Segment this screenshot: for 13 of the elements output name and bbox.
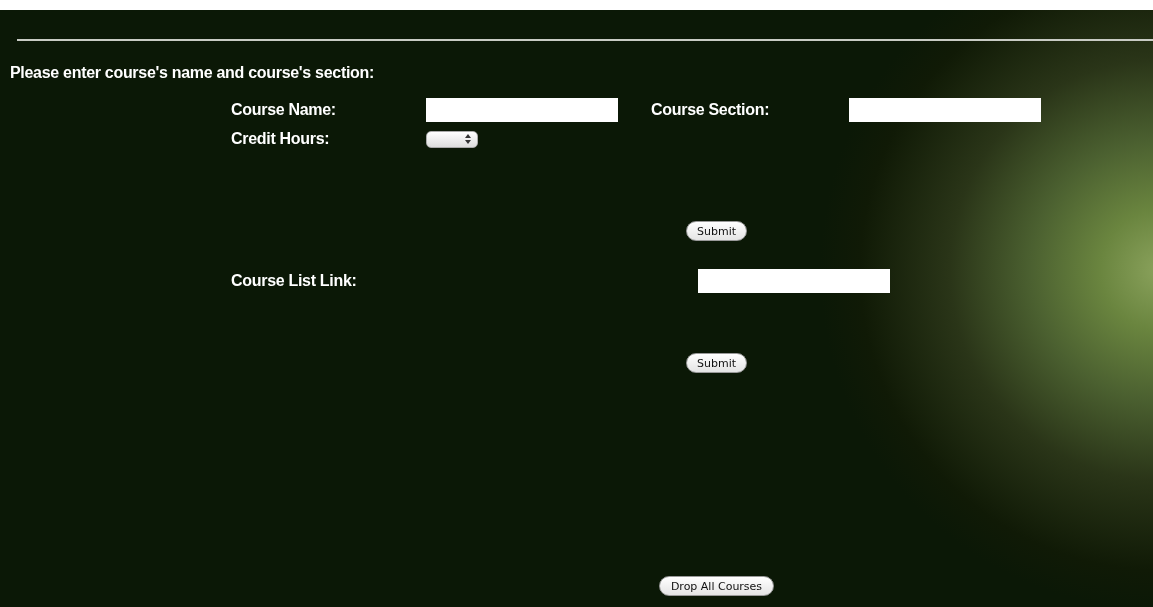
submit-button[interactable]: Submit xyxy=(686,353,747,373)
field-label: Course Name: xyxy=(231,101,337,119)
instruction-text: Please enter course's name and course's section: xyxy=(10,64,376,82)
input-field[interactable] xyxy=(426,98,618,122)
field-label: Course Section: xyxy=(651,101,771,119)
field-label: Credit Hours: xyxy=(231,130,331,148)
field-label: Course List Link: xyxy=(231,272,357,290)
input-field[interactable] xyxy=(697,269,890,293)
input-field[interactable] xyxy=(849,98,1041,122)
dropdown-select[interactable] xyxy=(426,130,478,148)
submit-button[interactable]: Submit xyxy=(686,221,747,241)
drop-all-button[interactable]: Drop All Courses xyxy=(658,576,775,596)
stepper-arrows-icon xyxy=(464,133,472,145)
